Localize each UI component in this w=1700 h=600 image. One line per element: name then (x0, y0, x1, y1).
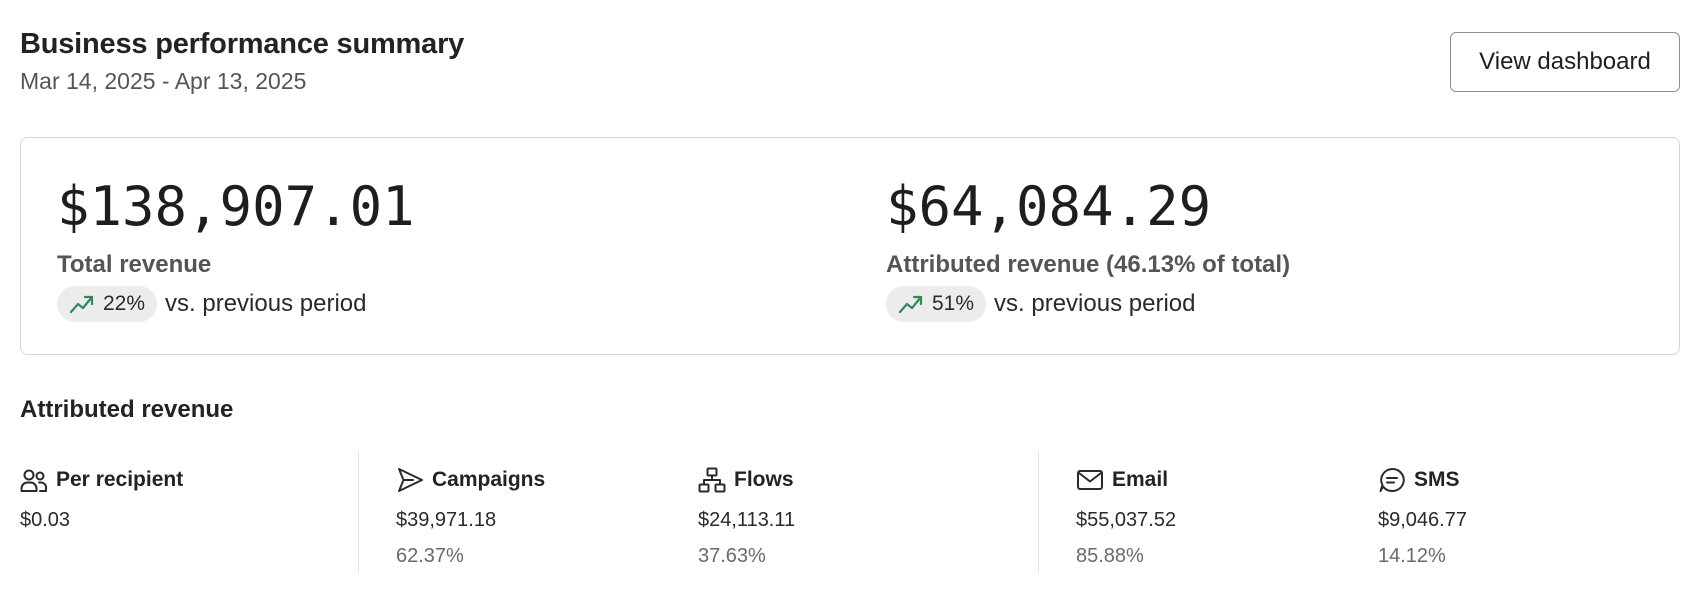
divider (358, 452, 359, 572)
stat-name: SMS (1414, 468, 1460, 491)
page-title: Business performance summary (20, 28, 465, 60)
date-range: Mar 14, 2025 - Apr 13, 2025 (20, 68, 307, 94)
trend-up-icon (898, 293, 924, 315)
total-revenue-value: $138,907.01 (57, 175, 415, 238)
stat-value: $39,971.18 (396, 509, 497, 531)
users-icon (20, 466, 48, 494)
stat-percent: 85.88% (1076, 545, 1144, 567)
send-icon (396, 466, 424, 494)
trend-percent: 51% (932, 292, 975, 315)
trend-comparison-text: vs. previous period (165, 290, 367, 317)
stat-value: $9,046.77 (1378, 509, 1467, 531)
trend-badge: 51% (886, 286, 987, 322)
stat-value: $55,037.52 (1076, 509, 1177, 531)
trend-up-icon (69, 293, 95, 315)
mail-icon (1076, 466, 1104, 494)
stat-name: Email (1112, 468, 1169, 491)
stat-name: Flows (734, 468, 794, 491)
page-header: Business performance summary Mar 14, 202… (20, 26, 1680, 96)
divider (1038, 452, 1039, 572)
stat-percent: 37.63% (698, 545, 766, 567)
attributed-revenue-value: $64,084.29 (886, 175, 1212, 238)
trend-badge: 22% (57, 286, 158, 322)
stat-name: Per recipient (56, 468, 184, 491)
attributed-revenue-section-title: Attributed revenue (20, 396, 234, 423)
attributed-revenue-trend: 51% vs. previous period (886, 286, 1290, 322)
trend-percent: 22% (103, 292, 146, 315)
trend-comparison-text: vs. previous period (994, 290, 1196, 317)
stat-per-recipient: Per recipient $0.03 (20, 463, 183, 533)
stat-flows: Flows $24,113.11 37.63% (698, 463, 795, 569)
stat-value: $0.03 (20, 509, 71, 531)
stat-sms: SMS $9,046.77 14.12% (1378, 463, 1467, 569)
total-revenue-label: Total revenue (57, 251, 212, 278)
total-revenue-metric: $138,907.01 Total revenue 22% vs. previo… (57, 174, 415, 322)
chat-icon (1378, 466, 1406, 494)
stat-name: Campaigns (432, 468, 546, 491)
attributed-revenue-metric: $64,084.29 Attributed revenue (46.13% of… (886, 174, 1290, 322)
stat-percent: 14.12% (1378, 545, 1446, 567)
attributed-revenue-label: Attributed revenue (46.13% of total) (886, 251, 1291, 278)
view-dashboard-button[interactable]: View dashboard (1450, 32, 1680, 92)
stat-value: $24,113.11 (698, 509, 796, 531)
revenue-summary-card: $138,907.01 Total revenue 22% vs. previo… (20, 137, 1680, 355)
flow-icon (698, 466, 726, 494)
stat-email: Email $55,037.52 85.88% (1076, 463, 1176, 569)
stat-percent: 62.37% (396, 545, 464, 567)
stat-campaigns: Campaigns $39,971.18 62.37% (396, 463, 545, 569)
total-revenue-trend: 22% vs. previous period (57, 286, 415, 322)
